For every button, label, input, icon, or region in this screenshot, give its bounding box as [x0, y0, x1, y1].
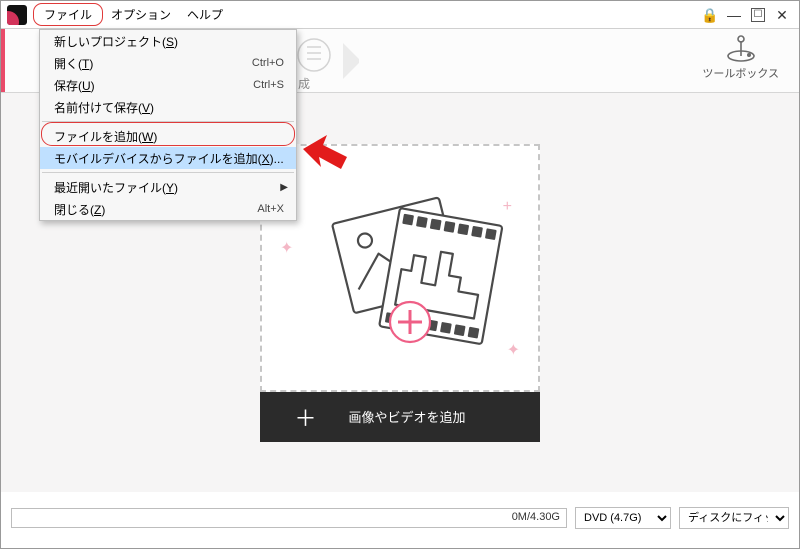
capacity-label: 0M/4.30G: [512, 511, 560, 523]
drop-zone[interactable]: ✦ + ✦: [260, 144, 540, 392]
add-media-label: 画像やビデオを追加: [349, 407, 466, 426]
close-icon[interactable]: ✕: [775, 8, 789, 22]
joystick-icon: [724, 33, 758, 63]
menu-file[interactable]: ファイル: [33, 3, 103, 26]
minimize-icon[interactable]: —: [727, 8, 741, 22]
app-window: ファイル オプション ヘルプ 🔒 — ☐ ✕ 成: [0, 0, 800, 549]
plus-icon: ＋: [294, 401, 316, 433]
drop-illustration: [262, 146, 542, 394]
disc-type-select[interactable]: DVD (4.7G): [575, 507, 671, 529]
lock-icon[interactable]: 🔒: [703, 8, 717, 22]
step-label-fragment: 成: [298, 75, 310, 92]
bottom-bar: 0M/4.30G DVD (4.7G) ディスクにフィット: [11, 504, 789, 532]
menu-add-file[interactable]: ファイルを追加(W): [40, 125, 296, 147]
window-controls: 🔒 — ☐ ✕: [703, 8, 795, 22]
fit-mode-select[interactable]: ディスクにフィット: [679, 507, 789, 529]
menu-save-as[interactable]: 名前付けて保存(V): [40, 96, 296, 118]
sparkle-icon: ✦: [507, 340, 520, 360]
maximize-icon[interactable]: ☐: [751, 8, 765, 22]
accent-bar: [1, 29, 5, 92]
sparkle-icon: ✦: [280, 238, 293, 258]
menu-open[interactable]: 開く(T) Ctrl+O: [40, 52, 296, 74]
toolbox-button[interactable]: ツールボックス: [702, 33, 779, 81]
drop-card: ✦ + ✦: [260, 144, 540, 442]
menu-save[interactable]: 保存(U) Ctrl+S: [40, 74, 296, 96]
add-media-button[interactable]: ＋ 画像やビデオを追加: [260, 392, 540, 442]
app-icon: [7, 5, 27, 25]
menu-recent-files[interactable]: 最近開いたファイル(Y) ▶: [40, 176, 296, 198]
menu-close[interactable]: 閉じる(Z) Alt+X: [40, 198, 296, 220]
submenu-arrow-icon: ▶: [280, 182, 288, 193]
capacity-bar: 0M/4.30G: [11, 508, 567, 528]
toolbox-label: ツールボックス: [702, 65, 779, 81]
menu-add-from-mobile[interactable]: モバイルデバイスからファイルを追加(X)...: [40, 147, 296, 169]
file-menu: 新しいプロジェクト(S) 開く(T) Ctrl+O 保存(U) Ctrl+S 名…: [39, 29, 297, 221]
menu-options[interactable]: オプション: [103, 3, 179, 26]
menu-help[interactable]: ヘルプ: [179, 3, 231, 26]
menu-new-project[interactable]: 新しいプロジェクト(S): [40, 30, 296, 52]
annotation-arrow-icon: [301, 129, 351, 179]
menubar: ファイル オプション ヘルプ 🔒 — ☐ ✕: [1, 1, 799, 29]
sparkle-icon: +: [503, 198, 512, 216]
